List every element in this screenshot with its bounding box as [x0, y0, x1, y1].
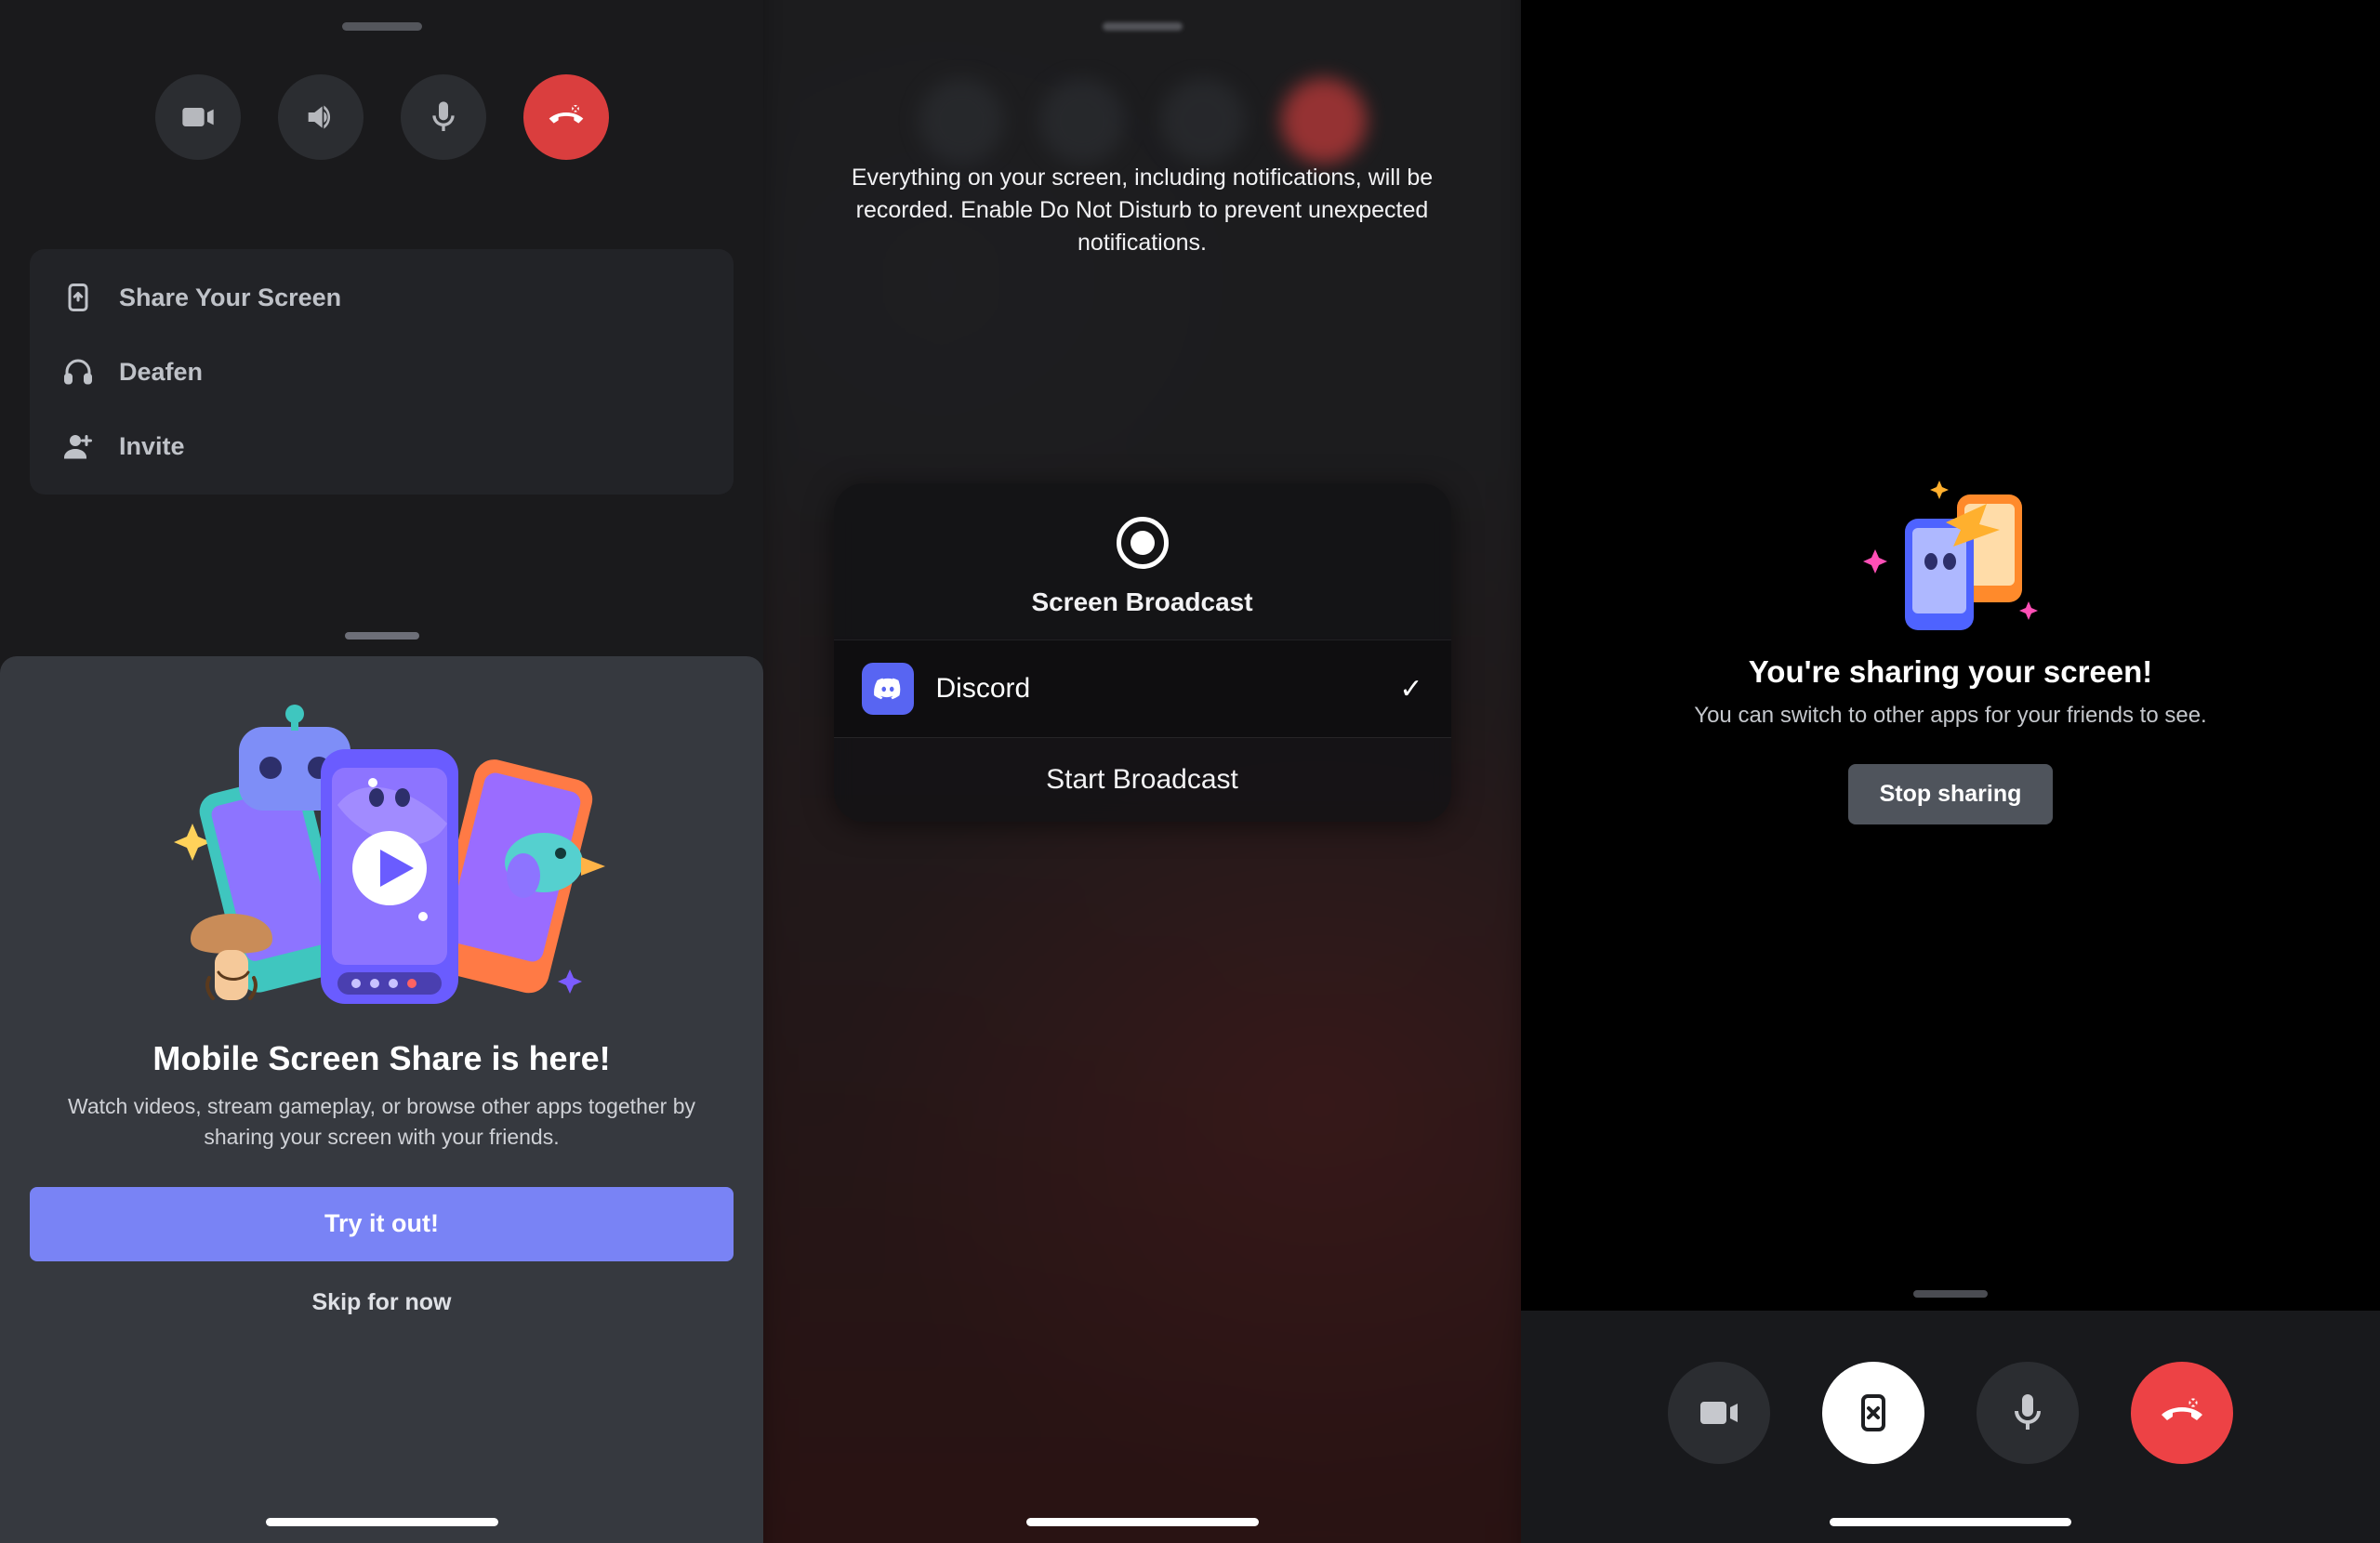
record-icon: [1117, 517, 1169, 569]
sharing-desc: You can switch to other apps for your fr…: [1694, 703, 2206, 729]
screen-share-icon: [61, 281, 95, 314]
pane-discord-promo: Share Your Screen Deafen Invite: [0, 0, 763, 1543]
headphones-icon: [61, 355, 95, 389]
call-controls: [0, 74, 763, 160]
broadcast-app-row[interactable]: Discord ✓: [834, 640, 1451, 737]
sheet-drag-handle-icon[interactable]: [345, 632, 419, 640]
call-bar: [1521, 1311, 2380, 1543]
share-screen-item[interactable]: Share Your Screen: [30, 260, 734, 335]
video-icon: [1697, 1391, 1741, 1435]
deafen-label: Deafen: [119, 358, 203, 387]
pane-ios-broadcast: Everything on your screen, including not…: [763, 0, 1521, 1543]
check-icon: ✓: [1399, 673, 1422, 706]
start-broadcast-button[interactable]: Start Broadcast: [834, 737, 1451, 822]
invite-label: Invite: [119, 432, 185, 461]
stop-screen-button[interactable]: [1822, 1362, 1924, 1464]
broadcast-notice: Everything on your screen, including not…: [763, 162, 1521, 259]
invite-icon: [61, 429, 95, 463]
promo-desc: Watch videos, stream gameplay, or browse…: [38, 1091, 726, 1154]
blurred-controls: [919, 78, 1367, 164]
promo-title: Mobile Screen Share is here!: [152, 1039, 610, 1078]
sharing-status: You're sharing your screen! You can swit…: [1521, 0, 2380, 1301]
skip-button[interactable]: Skip for now: [312, 1289, 452, 1316]
promo-illustration: [131, 693, 633, 1028]
drag-handle-icon: [1103, 22, 1183, 31]
share-label: Share Your Screen: [119, 284, 341, 312]
home-indicator-icon[interactable]: [266, 1518, 498, 1526]
sharing-illustration: [1853, 478, 2048, 636]
mic-button[interactable]: [1977, 1362, 2079, 1464]
video-button[interactable]: [155, 74, 241, 160]
speaker-button[interactable]: [278, 74, 364, 160]
video-button[interactable]: [1668, 1362, 1770, 1464]
sharing-title: You're sharing your screen!: [1749, 654, 2153, 690]
mic-button[interactable]: [401, 74, 486, 160]
home-indicator-icon[interactable]: [1830, 1518, 2071, 1526]
broadcast-header: Screen Broadcast: [834, 483, 1451, 640]
drag-handle-icon[interactable]: [342, 22, 422, 31]
broadcast-app-label: Discord: [936, 673, 1031, 705]
end-call-button[interactable]: [2131, 1362, 2233, 1464]
mic-icon: [425, 99, 462, 136]
end-call-button[interactable]: [523, 74, 609, 160]
sheet-drag-handle-icon[interactable]: [1913, 1290, 1988, 1298]
broadcast-title: Screen Broadcast: [1031, 587, 1252, 617]
video-icon: [179, 99, 217, 136]
discord-app-icon: [862, 663, 914, 715]
stop-screen-icon: [1851, 1391, 1896, 1435]
broadcast-card: Screen Broadcast Discord ✓ Start Broadca…: [834, 483, 1451, 822]
try-it-out-button[interactable]: Try it out!: [30, 1187, 734, 1261]
mic-icon: [2005, 1391, 2050, 1435]
hangup-icon: [2160, 1391, 2204, 1435]
pane-sharing-active: You're sharing your screen! You can swit…: [1521, 0, 2380, 1543]
speaker-icon: [302, 99, 339, 136]
home-indicator-icon[interactable]: [1026, 1518, 1259, 1526]
hangup-icon: [548, 99, 585, 136]
invite-item[interactable]: Invite: [30, 409, 734, 483]
deafen-item[interactable]: Deafen: [30, 335, 734, 409]
stop-sharing-button[interactable]: Stop sharing: [1848, 764, 2054, 824]
promo-sheet: Mobile Screen Share is here! Watch video…: [0, 656, 763, 1543]
options-menu: Share Your Screen Deafen Invite: [30, 249, 734, 495]
